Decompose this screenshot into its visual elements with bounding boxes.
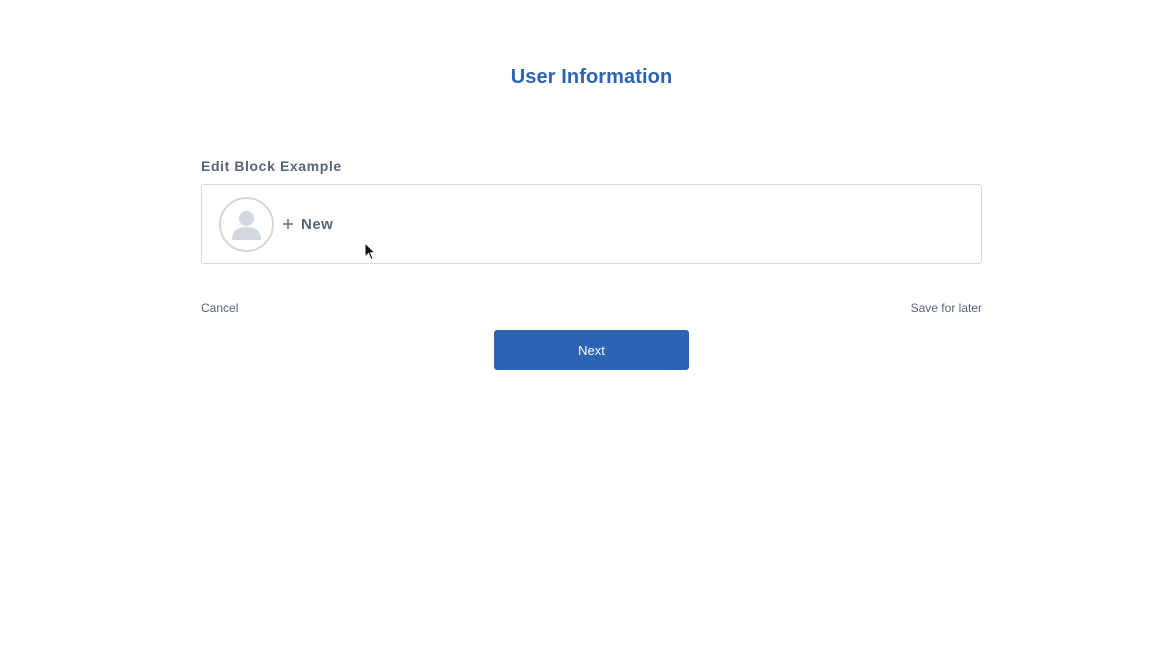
- plus-icon: [282, 218, 294, 230]
- page-title: User Information: [510, 66, 673, 88]
- user-information-page: User Information Edit Block Example New …: [0, 0, 1175, 667]
- user-avatar-icon: [219, 197, 274, 252]
- add-new-label: New: [301, 215, 334, 233]
- add-new-button[interactable]: New: [282, 212, 333, 236]
- edit-block: New: [201, 184, 982, 264]
- next-button[interactable]: Next: [494, 330, 689, 370]
- cancel-link[interactable]: Cancel: [201, 301, 238, 315]
- save-for-later-link[interactable]: Save for later: [911, 301, 982, 315]
- edit-block-label: Edit Block Example: [201, 158, 342, 174]
